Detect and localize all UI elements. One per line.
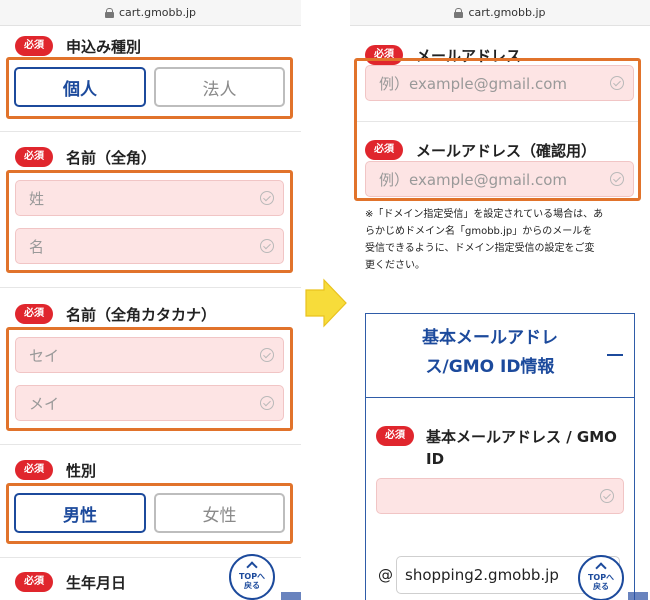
last-name-placeholder: 姓 bbox=[29, 189, 45, 208]
first-name-kana-input[interactable]: メイ bbox=[15, 385, 284, 421]
required-badge: 必須 bbox=[15, 36, 53, 56]
back-to-top-button[interactable]: TOPへ 戻る bbox=[229, 554, 275, 600]
domain-notice: ※「ドメイン指定受信」を設定されている場合は、あ らかじめドメイン名「gmobb… bbox=[365, 206, 645, 274]
notice-line: ※「ドメイン指定受信」を設定されている場合は、あ bbox=[365, 209, 604, 220]
back-to-top-button[interactable]: TOPへ 戻る bbox=[578, 555, 624, 600]
required-badge: 必須 bbox=[365, 140, 403, 160]
gender-label: 性別 bbox=[66, 462, 97, 480]
top-button-line2: 戻る bbox=[593, 582, 609, 591]
divider bbox=[0, 131, 301, 132]
domain-value: shopping2.gmobb.jp bbox=[405, 566, 559, 584]
check-circle-icon bbox=[260, 396, 274, 410]
left-screenshot: cart.gmobb.jp 必須 申込み種別 個人 法人 必須 名前（全角） 姓… bbox=[0, 0, 301, 600]
address-bar[interactable]: cart.gmobb.jp bbox=[0, 0, 301, 26]
first-name-input[interactable]: 名 bbox=[15, 228, 284, 264]
notice-line: 受信できるように、ドメイン指定受信の設定をご変 bbox=[365, 243, 595, 254]
at-sign: @ bbox=[378, 566, 393, 584]
check-circle-icon bbox=[610, 172, 624, 186]
first-name-placeholder: 名 bbox=[29, 237, 45, 256]
lock-icon bbox=[454, 7, 464, 18]
basic-mail-label-line: 基本メールアドレス / GMO bbox=[426, 428, 617, 446]
check-circle-icon bbox=[610, 76, 624, 90]
application-type-label: 申込み種別 bbox=[66, 38, 142, 56]
address-bar[interactable]: cart.gmobb.jp bbox=[350, 0, 650, 26]
chevron-up-icon bbox=[595, 562, 607, 574]
first-name-kana-placeholder: メイ bbox=[29, 394, 60, 413]
corner-badge-icon bbox=[628, 592, 648, 600]
top-button-line1: TOPへ bbox=[587, 573, 615, 582]
option-individual-button[interactable]: 個人 bbox=[14, 67, 146, 107]
divider bbox=[366, 397, 634, 398]
email-confirm-label: メールアドレス（確認用） bbox=[416, 142, 597, 160]
top-button-line1: TOPへ bbox=[238, 572, 266, 581]
notice-line: 更ください。 bbox=[365, 260, 425, 271]
last-name-kana-input[interactable]: セイ bbox=[15, 337, 284, 373]
url-text: cart.gmobb.jp bbox=[468, 6, 546, 19]
basic-mail-input[interactable] bbox=[376, 478, 624, 514]
last-name-input[interactable]: 姓 bbox=[15, 180, 284, 216]
check-circle-icon bbox=[260, 348, 274, 362]
name-label: 名前（全角） bbox=[66, 149, 157, 167]
email-confirm-placeholder: 例）example@gmail.com bbox=[379, 170, 568, 189]
corner-badge-icon bbox=[281, 592, 301, 600]
email-input[interactable]: 例）example@gmail.com bbox=[365, 65, 634, 101]
top-button-line2: 戻る bbox=[244, 581, 260, 590]
notice-line: らかじめドメイン名「gmobb.jp」からのメールを bbox=[365, 226, 593, 237]
email-confirm-input[interactable]: 例）example@gmail.com bbox=[365, 161, 634, 197]
chevron-up-icon bbox=[246, 561, 258, 573]
divider bbox=[0, 287, 301, 288]
arrow-right-icon bbox=[305, 278, 347, 328]
basic-mail-label: 基本メールアドレス / GMO ID bbox=[426, 426, 617, 470]
required-badge: 必須 bbox=[15, 304, 53, 324]
required-badge: 必須 bbox=[376, 426, 414, 446]
basic-mail-label-line: ID bbox=[426, 450, 445, 468]
url-text: cart.gmobb.jp bbox=[118, 6, 197, 19]
right-screenshot: cart.gmobb.jp 必須 メールアドレス 例）example@gmail… bbox=[350, 0, 650, 600]
panel-title[interactable]: 基本メールアドレ ス/GMO ID情報 bbox=[390, 324, 590, 382]
lock-icon bbox=[104, 7, 114, 18]
divider bbox=[0, 444, 301, 445]
check-circle-icon bbox=[260, 239, 274, 253]
option-male-button[interactable]: 男性 bbox=[14, 493, 146, 533]
required-badge: 必須 bbox=[15, 572, 53, 592]
option-female-button[interactable]: 女性 bbox=[154, 493, 285, 533]
check-circle-icon bbox=[260, 191, 274, 205]
collapse-icon[interactable] bbox=[607, 354, 623, 356]
name-kana-label: 名前（全角カタカナ） bbox=[66, 306, 217, 324]
option-corporate-button[interactable]: 法人 bbox=[154, 67, 285, 107]
check-circle-icon bbox=[600, 489, 614, 503]
required-badge: 必須 bbox=[15, 460, 53, 480]
panel-title-line: 基本メールアドレ bbox=[422, 328, 558, 348]
divider bbox=[357, 121, 638, 122]
last-name-kana-placeholder: セイ bbox=[29, 346, 60, 365]
email-placeholder: 例）example@gmail.com bbox=[379, 74, 568, 93]
birthdate-label: 生年月日 bbox=[66, 574, 127, 592]
required-badge: 必須 bbox=[15, 147, 53, 167]
panel-title-line: ス/GMO ID情報 bbox=[425, 357, 555, 377]
